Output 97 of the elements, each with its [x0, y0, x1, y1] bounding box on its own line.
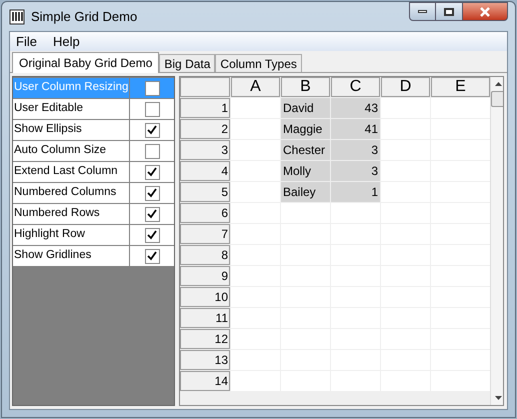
row-header[interactable]: 1 [180, 98, 230, 118]
table-cell [231, 119, 280, 139]
option-label[interactable]: Numbered Rows [13, 204, 129, 224]
table-cell [431, 308, 490, 328]
scroll-thumb[interactable] [491, 91, 503, 107]
checkbox[interactable] [144, 122, 160, 138]
window-title: Simple Grid Demo [31, 8, 138, 26]
table-cell: Molly [281, 161, 330, 181]
table-cell [431, 266, 490, 286]
table-cell [431, 329, 490, 349]
column-header[interactable]: C [331, 77, 380, 97]
table-cell [431, 161, 490, 181]
option-label[interactable]: Show Gridlines [13, 246, 129, 266]
row-header[interactable]: 13 [180, 350, 230, 370]
row-header[interactable]: 7 [180, 224, 230, 244]
menu-item[interactable]: Help [52, 32, 80, 52]
app-icon [9, 8, 25, 24]
table-cell [231, 140, 280, 160]
table-cell [231, 266, 280, 286]
table-cell [381, 98, 430, 118]
minimize-button[interactable] [409, 2, 436, 21]
table-cell [331, 203, 380, 223]
column-header[interactable]: E [431, 77, 490, 97]
row-header[interactable]: 8 [180, 245, 230, 265]
checkbox[interactable] [144, 164, 160, 180]
column-header[interactable]: A [231, 77, 280, 97]
option-label[interactable]: Numbered Columns [13, 183, 129, 203]
tab[interactable]: Original Baby Grid Demo [12, 52, 160, 73]
row-header[interactable]: 5 [180, 182, 230, 202]
table-cell [381, 140, 430, 160]
table-cell [231, 350, 280, 370]
checkbox[interactable] [144, 248, 160, 264]
option-label[interactable]: Auto Column Size [13, 141, 129, 161]
table-cell [231, 182, 280, 202]
menu-item[interactable]: File [16, 32, 37, 52]
table-cell [231, 329, 280, 349]
table-cell [431, 119, 490, 139]
table-cell [431, 371, 490, 391]
table-cell: 3 [331, 161, 380, 181]
tab[interactable]: Big Data [159, 54, 216, 72]
checkbox[interactable] [144, 144, 160, 158]
checkbox[interactable] [144, 186, 160, 200]
row-header[interactable]: 12 [180, 329, 230, 349]
table-cell: 3 [331, 140, 380, 160]
table-cell [231, 98, 280, 118]
scroll-down-arrow-icon[interactable] [494, 396, 502, 400]
table-cell [231, 287, 280, 307]
option-label[interactable]: Highlight Row [13, 225, 129, 245]
row-header[interactable]: 6 [180, 203, 230, 223]
table-cell: Chester [281, 140, 330, 160]
checkbox[interactable] [144, 206, 160, 222]
table-cell: 1 [331, 182, 380, 202]
table-cell [431, 203, 490, 223]
scroll-up-arrow-icon[interactable] [494, 82, 502, 86]
option-label[interactable]: User Editable [13, 99, 129, 119]
table-cell [381, 161, 430, 181]
option-label[interactable]: Extend Last Column [13, 162, 129, 182]
row-header[interactable]: 4 [180, 161, 230, 181]
row-header[interactable]: 2 [180, 119, 230, 139]
option-label[interactable]: Show Ellipsis [13, 120, 129, 140]
table-cell [231, 224, 280, 244]
table-cell [431, 98, 490, 118]
close-button[interactable] [462, 2, 508, 21]
table-cell [431, 182, 490, 202]
table-cell [381, 182, 430, 202]
table-cell [231, 245, 280, 265]
table-cell: Maggie [281, 119, 330, 139]
row-header[interactable]: 9 [180, 266, 230, 286]
table-cell: 41 [331, 119, 380, 139]
table-cell: Bailey [281, 182, 330, 202]
table-cell: David [281, 98, 330, 118]
checkbox[interactable] [144, 228, 160, 242]
table-cell [431, 287, 490, 307]
maximize-button[interactable] [436, 2, 462, 21]
row-header[interactable]: 11 [180, 308, 230, 328]
table-cell [381, 203, 430, 223]
table-cell [231, 308, 280, 328]
table-cell [381, 119, 430, 139]
table-cell [231, 161, 280, 181]
row-header[interactable]: 3 [180, 140, 230, 160]
table-cell [281, 203, 330, 223]
column-header[interactable]: D [381, 77, 430, 97]
table-cell [431, 350, 490, 370]
table-cell: 43 [331, 98, 380, 118]
table-cell [231, 203, 280, 223]
checkbox[interactable] [144, 102, 160, 116]
close-icon [479, 6, 491, 16]
checkbox[interactable] [144, 80, 160, 96]
vertical-scrollbar[interactable] [490, 77, 503, 405]
table-cell [431, 245, 490, 265]
column-header[interactable]: B [281, 77, 330, 97]
table-cell [431, 140, 490, 160]
row-header[interactable]: 14 [180, 371, 230, 391]
table-cell [431, 224, 490, 244]
row-header[interactable]: 10 [180, 287, 230, 307]
tab[interactable]: Column Types [215, 54, 302, 72]
table-cell [231, 371, 280, 391]
